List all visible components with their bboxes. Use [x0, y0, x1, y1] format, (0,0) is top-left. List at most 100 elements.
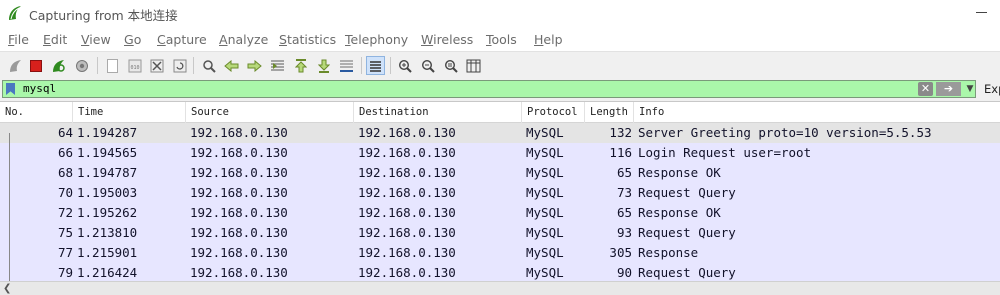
cell-protocol: MySQL: [526, 125, 564, 140]
cell-info: Login Request user=root: [638, 145, 812, 160]
cell-destination: 192.168.0.130: [358, 265, 456, 280]
table-row[interactable]: 66 1.194565 192.168.0.130 192.168.0.130 MySQ…: [0, 143, 1000, 163]
cell-time: 1.215901: [77, 245, 138, 260]
menu-view[interactable]: View: [81, 32, 111, 47]
cell-protocol: MySQL: [526, 245, 564, 260]
cell-protocol: MySQL: [526, 225, 564, 240]
minimize-button[interactable]: [976, 12, 987, 13]
cell-source: 192.168.0.130: [190, 165, 288, 180]
cell-length: 65: [616, 165, 632, 180]
menu-capture[interactable]: Capture: [157, 32, 207, 47]
resize-columns-icon[interactable]: [464, 56, 483, 75]
stop-icon[interactable]: [26, 56, 45, 75]
menu-edit[interactable]: Edit: [43, 32, 67, 47]
cell-length: 305: [609, 245, 632, 260]
shark-fin-start-icon[interactable]: [5, 56, 24, 75]
table-row[interactable]: 70 1.195003 192.168.0.130 192.168.0.130 MySQ…: [0, 183, 1000, 203]
apply-filter-button[interactable]: ➔: [936, 82, 961, 96]
cell-time: 1.195262: [77, 205, 138, 220]
cell-source: 192.168.0.130: [190, 225, 288, 240]
cell-protocol: MySQL: [526, 145, 564, 160]
expression-button[interactable]: Exp: [984, 82, 1000, 96]
column-header-time[interactable]: Time: [73, 102, 186, 123]
menu-wireless[interactable]: Wireless: [421, 32, 473, 47]
conversation-bracket-line: [9, 133, 10, 283]
menu-file[interactable]: File: [8, 32, 29, 47]
clear-filter-button[interactable]: ✕: [918, 82, 933, 96]
table-row[interactable]: 72 1.195262 192.168.0.130 192.168.0.130 MySQ…: [0, 203, 1000, 223]
column-header-info[interactable]: Info: [634, 102, 1000, 123]
cell-time: 1.216424: [77, 265, 138, 280]
cell-source: 192.168.0.130: [190, 205, 288, 220]
colorize-icon[interactable]: [366, 56, 385, 75]
table-row[interactable]: 79 1.216424 192.168.0.130 192.168.0.130 MySQ…: [0, 263, 1000, 283]
display-filter-input[interactable]: mysql ✕ ➔ ▼: [2, 80, 976, 98]
menu-analyze[interactable]: Analyze: [219, 32, 268, 47]
column-header-length[interactable]: Length: [585, 102, 634, 123]
cell-info: Response OK: [638, 205, 721, 220]
table-row[interactable]: 75 1.213810 192.168.0.130 192.168.0.130 MySQ…: [0, 223, 1000, 243]
menu-go[interactable]: Go: [124, 32, 141, 47]
column-header-destination[interactable]: Destination: [354, 102, 522, 123]
cell-length: 90: [616, 265, 632, 280]
cell-source: 192.168.0.130: [190, 265, 288, 280]
zoom-in-icon[interactable]: [395, 56, 414, 75]
cell-destination: 192.168.0.130: [358, 245, 456, 260]
horizontal-scrollbar[interactable]: ❮: [0, 281, 1000, 295]
cell-time: 1.213810: [77, 225, 138, 240]
cell-source: 192.168.0.130: [190, 145, 288, 160]
back-arrow-icon[interactable]: [222, 56, 241, 75]
cell-info: Response: [638, 245, 699, 260]
first-packet-icon[interactable]: [291, 56, 310, 75]
cell-no: 77: [57, 245, 73, 260]
cell-source: 192.168.0.130: [190, 185, 288, 200]
cell-info: Server Greeting proto=10 version=5.5.53: [638, 125, 932, 140]
forward-arrow-icon[interactable]: [245, 56, 264, 75]
cell-no: 70: [57, 185, 73, 200]
restart-icon[interactable]: [49, 56, 68, 75]
table-row[interactable]: 64 1.194287 192.168.0.130 192.168.0.130 MySQ…: [0, 123, 1000, 143]
bookmark-icon[interactable]: [6, 83, 15, 95]
chevron-down-icon[interactable]: ▼: [964, 81, 976, 97]
save-file-icon[interactable]: 010: [125, 56, 144, 75]
cell-time: 1.194565: [77, 145, 138, 160]
cell-no: 72: [57, 205, 73, 220]
menu-tools[interactable]: Tools: [486, 32, 517, 47]
cell-time: 1.194787: [77, 165, 138, 180]
cell-destination: 192.168.0.130: [358, 165, 456, 180]
table-row[interactable]: 77 1.215901 192.168.0.130 192.168.0.130 MySQ…: [0, 243, 1000, 263]
column-header-protocol[interactable]: Protocol: [522, 102, 585, 123]
cell-destination: 192.168.0.130: [358, 225, 456, 240]
cell-length: 93: [616, 225, 632, 240]
column-header-source[interactable]: Source: [186, 102, 354, 123]
cell-info: Request Query: [638, 225, 736, 240]
reload-icon[interactable]: [170, 56, 189, 75]
column-header-no[interactable]: No.: [0, 102, 73, 123]
go-to-packet-icon[interactable]: [268, 56, 287, 75]
zoom-out-icon[interactable]: [418, 56, 437, 75]
scroll-left-icon[interactable]: ❮: [3, 282, 11, 295]
cell-destination: 192.168.0.130: [358, 185, 456, 200]
close-file-icon[interactable]: [147, 56, 166, 75]
find-icon[interactable]: [199, 56, 218, 75]
window-title: Capturing from 本地连接: [29, 8, 178, 23]
cell-no: 68: [57, 165, 73, 180]
options-gear-icon[interactable]: [72, 56, 91, 75]
menu-statistics[interactable]: Statistics: [279, 32, 336, 47]
svg-text:010: 010: [130, 65, 139, 71]
open-file-icon[interactable]: [103, 56, 122, 75]
filter-value: mysql: [23, 82, 57, 95]
menu-help[interactable]: Help: [534, 32, 563, 47]
packet-list: No. Time Source Destination Protocol Len…: [0, 101, 1000, 283]
cell-destination: 192.168.0.130: [358, 145, 456, 160]
cell-length: 132: [609, 125, 632, 140]
autoscroll-icon[interactable]: [337, 56, 356, 75]
cell-destination: 192.168.0.130: [358, 205, 456, 220]
normal-size-icon[interactable]: [441, 56, 460, 75]
menu-telephony[interactable]: Telephony: [345, 32, 408, 47]
menu-bar: File Edit View Go Capture Analyze Statis…: [0, 27, 1000, 51]
table-row[interactable]: 68 1.194787 192.168.0.130 192.168.0.130 MySQ…: [0, 163, 1000, 183]
title-bar: Capturing from 本地连接: [0, 0, 1000, 27]
cell-protocol: MySQL: [526, 165, 564, 180]
last-packet-icon[interactable]: [314, 56, 333, 75]
